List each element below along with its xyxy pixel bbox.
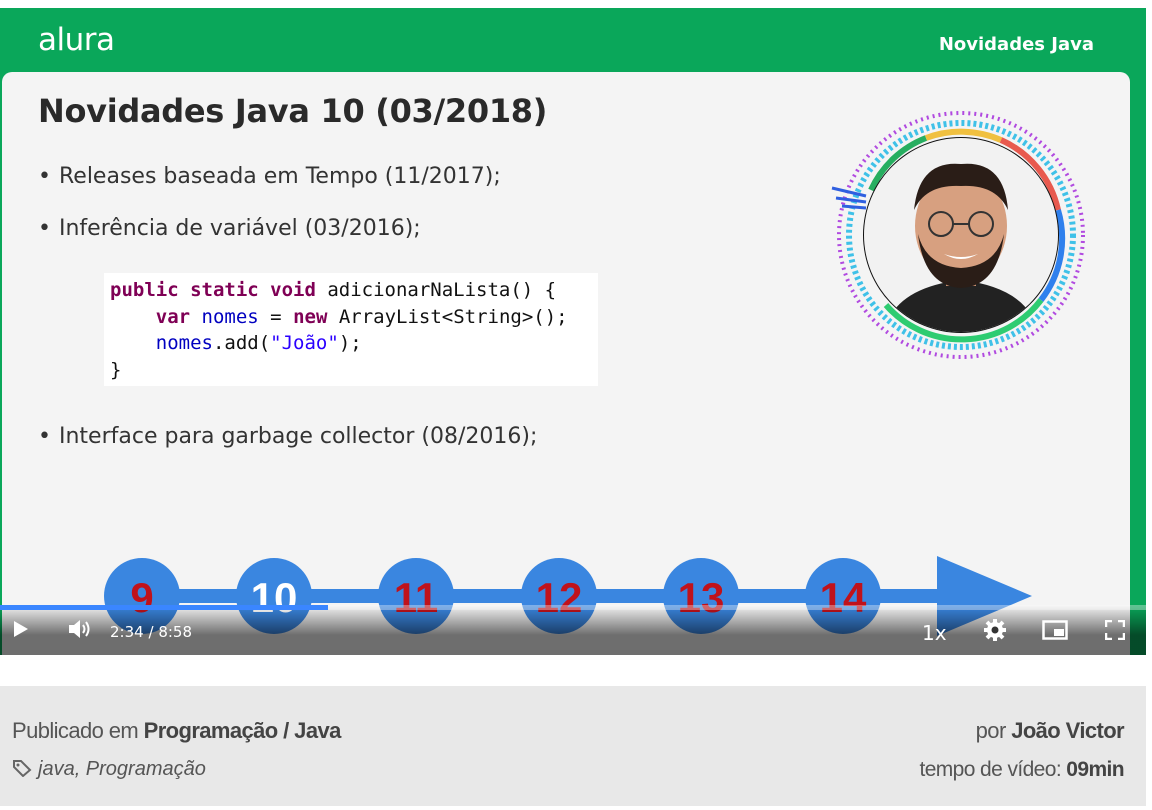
code-text: } — [110, 358, 122, 381]
category-link[interactable]: Programação / Java — [144, 718, 342, 743]
bullet-text: Interface para garbage collector (08/201… — [58, 424, 538, 449]
pip-icon — [1042, 620, 1068, 640]
video-info-panel: Publicado em Programação / Java por João… — [0, 686, 1146, 806]
code-variable: nomes — [155, 332, 213, 354]
video-duration: 09min — [1066, 758, 1124, 781]
code-string: "João" — [270, 332, 339, 354]
duration-prefix: tempo de vídeo: — [919, 758, 1067, 781]
tag-icon — [13, 760, 32, 778]
slide-card: Novidades Java 10 (03/2018) • Releases ba… — [2, 72, 1130, 655]
video-duration-info: tempo de vídeo: 09min — [919, 758, 1124, 782]
settings-button[interactable] — [983, 618, 1007, 647]
code-keyword: public static void — [110, 279, 316, 301]
published-prefix: Publicado em — [12, 718, 144, 743]
fullscreen-icon — [1104, 619, 1126, 641]
presenter-avatar — [864, 138, 1058, 332]
current-time: 2:34 — [110, 623, 144, 641]
tags-info: java, Programação — [12, 758, 206, 781]
time-display: 2:34 / 8:58 — [110, 623, 192, 641]
code-text: ); — [338, 332, 362, 354]
author-prefix: por — [975, 718, 1012, 743]
alura-logo: alura — [38, 22, 115, 58]
code-text: adicionarNaLista() { — [315, 279, 557, 301]
play-icon — [14, 621, 28, 637]
bullet-item: • Interface para garbage collector (08/20… — [38, 424, 538, 449]
time-separator: / — [148, 623, 154, 641]
presenter-avatar-frame — [826, 100, 1096, 370]
player-controls: 2:34 / 8:58 1x — [0, 605, 1146, 655]
bullet-text: Inferência de variável (03/2016); — [58, 216, 421, 241]
video-player[interactable]: alura Novidades Java Novidades Java 10 (… — [0, 8, 1146, 655]
progress-bar-fill — [0, 605, 328, 610]
code-snippet: public static void adicionarNaLista() { … — [104, 273, 598, 386]
code-text: ArrayList<String>(); — [327, 305, 568, 328]
duration-time: 8:58 — [158, 623, 192, 641]
bullet-text: Releases baseada em Tempo (11/2017); — [58, 164, 501, 189]
playback-speed-button[interactable]: 1x — [922, 621, 947, 645]
code-text: = — [258, 305, 294, 328]
presenter-portrait — [864, 138, 1058, 332]
progress-bar[interactable] — [0, 605, 1146, 610]
code-keyword: var — [155, 305, 191, 328]
code-text: .add( — [212, 332, 271, 354]
tags-list[interactable]: java, Programação — [38, 758, 206, 780]
bullet-item: • Inferência de variável (03/2016); — [38, 216, 421, 241]
course-name: Novidades Java — [938, 34, 1094, 55]
fullscreen-button[interactable] — [1104, 619, 1126, 645]
settings-icon — [984, 619, 1006, 641]
author-info: por João Victor — [975, 718, 1125, 744]
video-frame[interactable]: alura Novidades Java Novidades Java 10 (… — [0, 8, 1146, 655]
volume-icon — [69, 620, 90, 638]
published-info: Publicado em Programação / Java — [12, 718, 341, 744]
code-keyword: new — [293, 305, 328, 328]
play-button[interactable] — [12, 619, 30, 644]
slide-title: Novidades Java 10 (03/2018) — [38, 92, 548, 130]
code-variable: nomes — [190, 305, 259, 328]
bullet-item: • Releases baseada em Tempo (11/2017); — [38, 164, 501, 189]
mute-button[interactable] — [68, 618, 92, 645]
author-name[interactable]: João Victor — [1011, 718, 1124, 743]
slide-header: alura Novidades Java — [0, 8, 1146, 72]
picture-in-picture-button[interactable] — [1042, 620, 1068, 645]
